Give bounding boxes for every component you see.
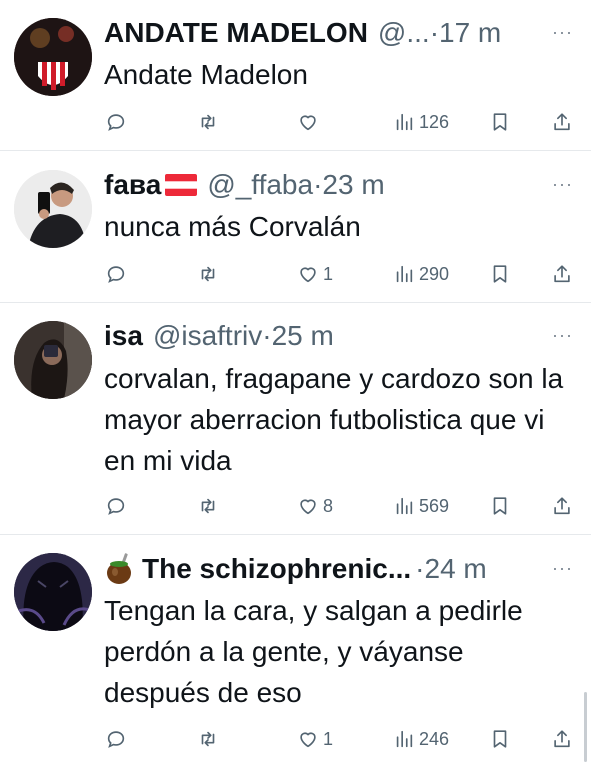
bookmark-button[interactable]: [489, 111, 511, 133]
tweet[interactable]: isa @isaftriv ·25 m ··· corvalan, fragap…: [0, 303, 591, 534]
scrollbar[interactable]: [584, 692, 587, 762]
views-button[interactable]: 569: [393, 495, 449, 517]
avatar[interactable]: [14, 170, 92, 248]
share-button[interactable]: [551, 111, 573, 133]
timestamp[interactable]: ·23 m: [313, 169, 385, 201]
more-icon[interactable]: ···: [552, 325, 573, 346]
timestamp[interactable]: ·25 m: [262, 320, 334, 352]
share-icon: [554, 265, 570, 283]
like-count: 1: [323, 728, 334, 749]
tweet-header: ANDATE MADELON @... ·17 m: [104, 15, 541, 51]
like-icon: [300, 267, 316, 283]
retweet-button[interactable]: [197, 728, 223, 750]
tweet[interactable]: The schizophrenic... ·24 m ··· Tengan la…: [0, 535, 591, 767]
retweet-button[interactable]: [197, 495, 223, 517]
views-button[interactable]: 246: [393, 728, 449, 750]
reply-button[interactable]: [105, 263, 131, 285]
timestamp[interactable]: ·24 m: [415, 553, 487, 585]
avatar[interactable]: [14, 18, 92, 96]
reply-icon: [107, 731, 125, 748]
views-button[interactable]: 126: [393, 111, 449, 133]
retweet-icon: [201, 498, 215, 514]
views-icon: [396, 113, 413, 131]
display-name[interactable]: The schizophrenic...: [142, 553, 411, 585]
like-count: 1: [323, 263, 334, 284]
share-button[interactable]: [551, 263, 573, 285]
display-name[interactable]: isa: [104, 320, 143, 352]
share-icon: [554, 730, 570, 748]
tweet-header: The schizophrenic... ·24 m: [104, 551, 541, 587]
share-icon: [554, 497, 570, 515]
views-icon: [396, 730, 413, 748]
more-icon[interactable]: ···: [552, 22, 573, 43]
tweet[interactable]: ANDATE MADELON @... ·17 m ··· Andate Mad…: [0, 0, 591, 150]
share-icon: [554, 113, 570, 131]
share-button[interactable]: [551, 495, 573, 517]
bookmark-button[interactable]: [489, 728, 511, 750]
reply-button[interactable]: [105, 728, 131, 750]
like-icon: [300, 732, 316, 748]
retweet-button[interactable]: [197, 263, 223, 285]
bookmark-icon: [493, 113, 507, 131]
avatar[interactable]: [14, 321, 92, 399]
views-count: 290: [419, 263, 450, 284]
like-button[interactable]: 1: [297, 263, 333, 285]
tweet-text: Andate Madelon: [104, 59, 308, 90]
bookmark-icon: [493, 730, 507, 748]
mate-emoji: [107, 553, 131, 584]
retweet-icon: [201, 266, 215, 282]
action-bar: 8 569: [0, 495, 591, 521]
views-icon: [396, 265, 413, 283]
retweet-icon: [201, 114, 215, 130]
retweet-icon: [201, 731, 215, 747]
user-handle[interactable]: @isaftriv: [153, 320, 262, 352]
reply-button[interactable]: [105, 495, 131, 517]
avatar[interactable]: [14, 553, 92, 631]
action-bar: 1 246: [0, 728, 591, 754]
views-count: 126: [419, 111, 450, 132]
views-button[interactable]: 290: [393, 263, 449, 285]
bookmark-button[interactable]: [489, 263, 511, 285]
display-name[interactable]: fава: [104, 169, 161, 201]
retweet-button[interactable]: [197, 111, 223, 133]
action-bar: 126: [0, 111, 591, 137]
reply-icon: [107, 266, 125, 283]
tweet-text: corvalan, fragapane y cardozo son la may…: [104, 363, 564, 476]
views-icon: [396, 497, 413, 515]
reply-button[interactable]: [105, 111, 131, 133]
like-count: 8: [323, 495, 334, 516]
display-name[interactable]: ANDATE MADELON: [104, 17, 368, 49]
user-handle[interactable]: @_ffaba: [207, 169, 313, 201]
more-icon[interactable]: ···: [552, 558, 573, 579]
timestamp[interactable]: ·17 m: [430, 17, 502, 49]
tweet-text: Tengan la cara, y salgan a pedirle perdó…: [104, 595, 523, 708]
like-button[interactable]: 8: [297, 495, 333, 517]
austria-flag-emoji: [165, 174, 198, 196]
tweet-header: fава @_ffaba ·23 m: [104, 167, 541, 203]
like-icon: [300, 499, 316, 515]
share-button[interactable]: [551, 728, 573, 750]
reply-icon: [107, 498, 125, 515]
like-button[interactable]: [297, 111, 323, 133]
tweet[interactable]: fава @_ffaba ·23 m ··· nunca más Corvalá…: [0, 151, 591, 302]
views-count: 246: [419, 728, 450, 749]
like-button[interactable]: 1: [297, 728, 333, 750]
bookmark-icon: [493, 265, 507, 283]
user-handle[interactable]: @...: [378, 17, 430, 49]
bookmark-button[interactable]: [489, 495, 511, 517]
like-icon: [300, 115, 316, 131]
views-count: 569: [419, 495, 450, 516]
tweet-text: nunca más Corvalán: [104, 211, 361, 242]
more-icon[interactable]: ···: [552, 174, 573, 195]
reply-icon: [107, 114, 125, 131]
tweet-header: isa @isaftriv ·25 m: [104, 318, 541, 354]
bookmark-icon: [493, 497, 507, 515]
action-bar: 1 290: [0, 263, 591, 289]
